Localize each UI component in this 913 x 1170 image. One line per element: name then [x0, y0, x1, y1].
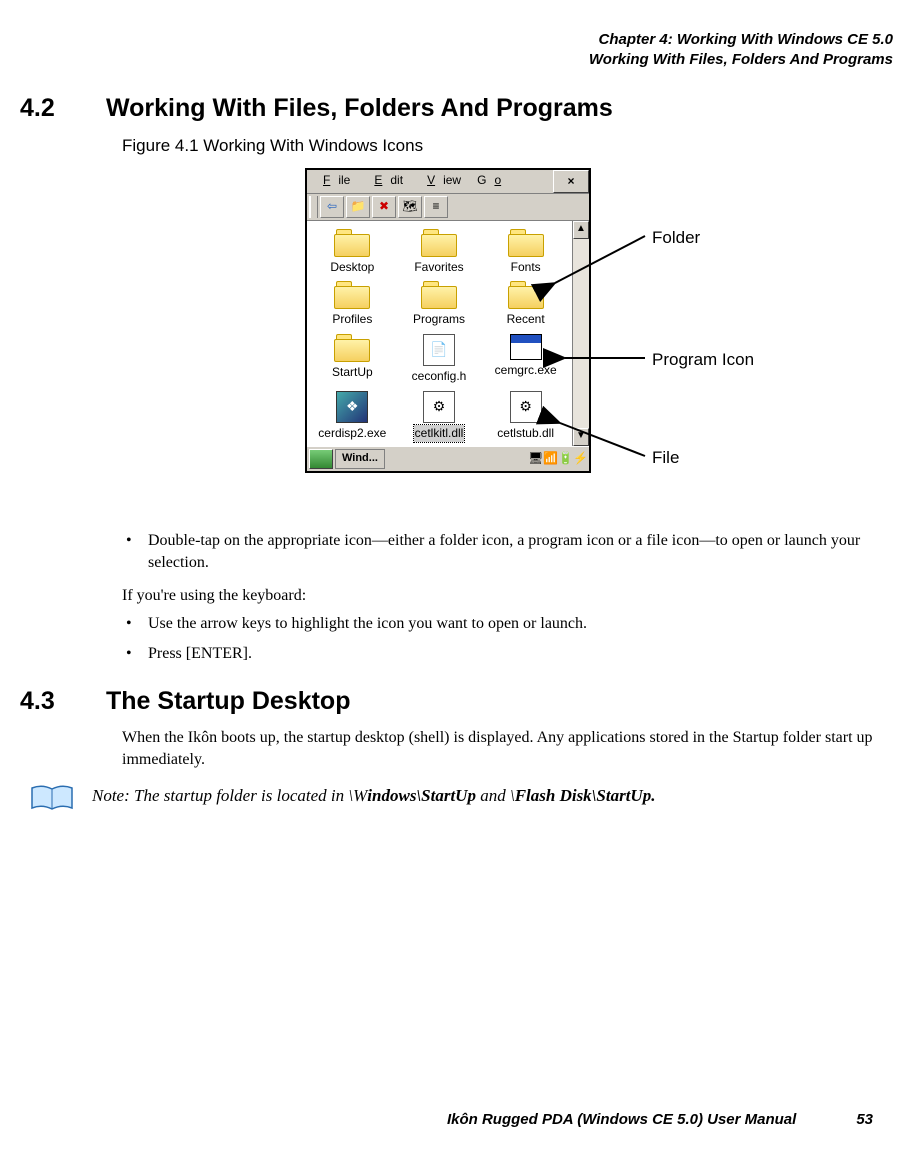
page-footer: Ikôn Rugged PDA (Windows CE 5.0) User Ma… [40, 1109, 873, 1130]
toolbar-delete-button[interactable]: ✖ [372, 196, 396, 218]
taskbar-window-button[interactable]: Wind... [335, 449, 385, 469]
footer-manual-title: Ikôn Rugged PDA (Windows CE 5.0) User Ma… [447, 1109, 796, 1130]
dll-icon: ⚙ [423, 391, 455, 423]
tray-icon[interactable]: ⚡ [573, 450, 587, 467]
callout-program-icon: Program Icon [652, 348, 754, 372]
menu-edit[interactable]: Edit [358, 170, 411, 193]
icon-grid: Desktop Favorites Fonts Profiles Program… [307, 221, 589, 446]
body-text-4-3: When the Ikôn boots up, the startup desk… [122, 727, 893, 772]
callout-folder: Folder [652, 226, 700, 250]
folder-icon [508, 229, 544, 257]
folder-profiles[interactable]: Profiles [311, 281, 394, 328]
windows-ce-explorer-window: FFileile Edit View Go × ⇦ 📁 ✖ 🗺 ≡ Deskto… [305, 168, 591, 473]
header-chapter: Chapter 4: Working With Windows CE 5.0 [20, 30, 893, 50]
folder-favorites[interactable]: Favorites [398, 229, 481, 276]
tray-icon[interactable]: 🔋 [558, 450, 572, 467]
folder-icon [421, 281, 457, 309]
keyboard-intro: If you're using the keyboard: [122, 585, 893, 607]
menubar: FFileile Edit View Go × [307, 170, 589, 194]
menu-file[interactable]: FFileile [307, 170, 358, 193]
section-title: Working With Files, Folders And Programs [106, 91, 613, 126]
toolbar-view-button[interactable]: ≡ [424, 196, 448, 218]
taskbar: Wind... 🖥 📶 🔋 ⚡ [307, 446, 589, 471]
scroll-track[interactable] [573, 239, 589, 428]
file-icon: 📄 [423, 334, 455, 366]
scroll-up-button[interactable]: ▲ [573, 221, 589, 239]
bullet-doubletap: Double-tap on the appropriate icon—eithe… [122, 530, 893, 575]
section-4-3-heading: 4.3 The Startup Desktop [20, 684, 893, 719]
folder-programs[interactable]: Programs [398, 281, 481, 328]
folder-icon [334, 281, 370, 309]
bullet-arrow-keys: Use the arrow keys to highlight the icon… [122, 613, 893, 635]
section-number: 4.2 [20, 91, 70, 126]
file-cetlstub[interactable]: ⚙cetlstub.dll [484, 391, 567, 442]
folder-fonts[interactable]: Fonts [484, 229, 567, 276]
scroll-down-button[interactable]: ▼ [573, 428, 589, 446]
callout-file: File [652, 446, 679, 470]
section-4-2-heading: 4.2 Working With Files, Folders And Prog… [20, 91, 893, 126]
page-header: Chapter 4: Working With Windows CE 5.0 W… [20, 30, 893, 69]
dll-icon: ⚙ [510, 391, 542, 423]
folder-icon [508, 281, 544, 309]
system-tray: 🖥 📶 🔋 ⚡ [528, 450, 587, 467]
book-icon [30, 784, 74, 814]
program-cerdisp2[interactable]: ❖cerdisp2.exe [311, 391, 394, 442]
tray-icon[interactable]: 📶 [543, 450, 557, 467]
tray-icon[interactable]: 🖥 [528, 450, 542, 467]
folder-startup[interactable]: StartUp [311, 334, 394, 385]
figure-4-1: FFileile Edit View Go × ⇦ 📁 ✖ 🗺 ≡ Deskto… [20, 168, 893, 518]
scrollbar[interactable]: ▲ ▼ [572, 221, 589, 446]
close-button[interactable]: × [553, 170, 589, 193]
menu-go[interactable]: Go [469, 170, 517, 193]
header-section: Working With Files, Folders And Programs [20, 50, 893, 70]
toolbar-back-button[interactable]: ⇦ [320, 196, 344, 218]
folder-recent[interactable]: Recent [484, 281, 567, 328]
folder-icon [334, 334, 370, 362]
folder-icon [421, 229, 457, 257]
bullet-press-enter: Press [ENTER]. [122, 643, 893, 665]
figure-caption: Figure 4.1 Working With Windows Icons [122, 134, 893, 158]
folder-icon [334, 229, 370, 257]
toolbar: ⇦ 📁 ✖ 🗺 ≡ [307, 194, 589, 221]
startup-desktop-paragraph: When the Ikôn boots up, the startup desk… [122, 727, 893, 772]
footer-page-number: 53 [856, 1109, 873, 1130]
toolbar-up-button[interactable]: 📁 [346, 196, 370, 218]
program-icon [510, 334, 542, 360]
program-cemgrc[interactable]: cemgrc.exe [484, 334, 567, 385]
folder-desktop[interactable]: Desktop [311, 229, 394, 276]
section-title: The Startup Desktop [106, 684, 350, 719]
file-ceconfig[interactable]: 📄ceconfig.h [398, 334, 481, 385]
file-cetlkitl[interactable]: ⚙cetlkitl.dll [398, 391, 481, 442]
menu-view[interactable]: View [411, 170, 469, 193]
body-text-4-2: Double-tap on the appropriate icon—eithe… [122, 530, 893, 666]
toolbar-map-button[interactable]: 🗺 [398, 196, 422, 218]
start-button[interactable] [309, 449, 333, 469]
note-block: Note: The startup folder is located in \… [30, 784, 893, 814]
exe-icon: ❖ [336, 391, 368, 423]
section-number: 4.3 [20, 684, 70, 719]
note-text: Note: The startup folder is located in \… [92, 784, 655, 808]
